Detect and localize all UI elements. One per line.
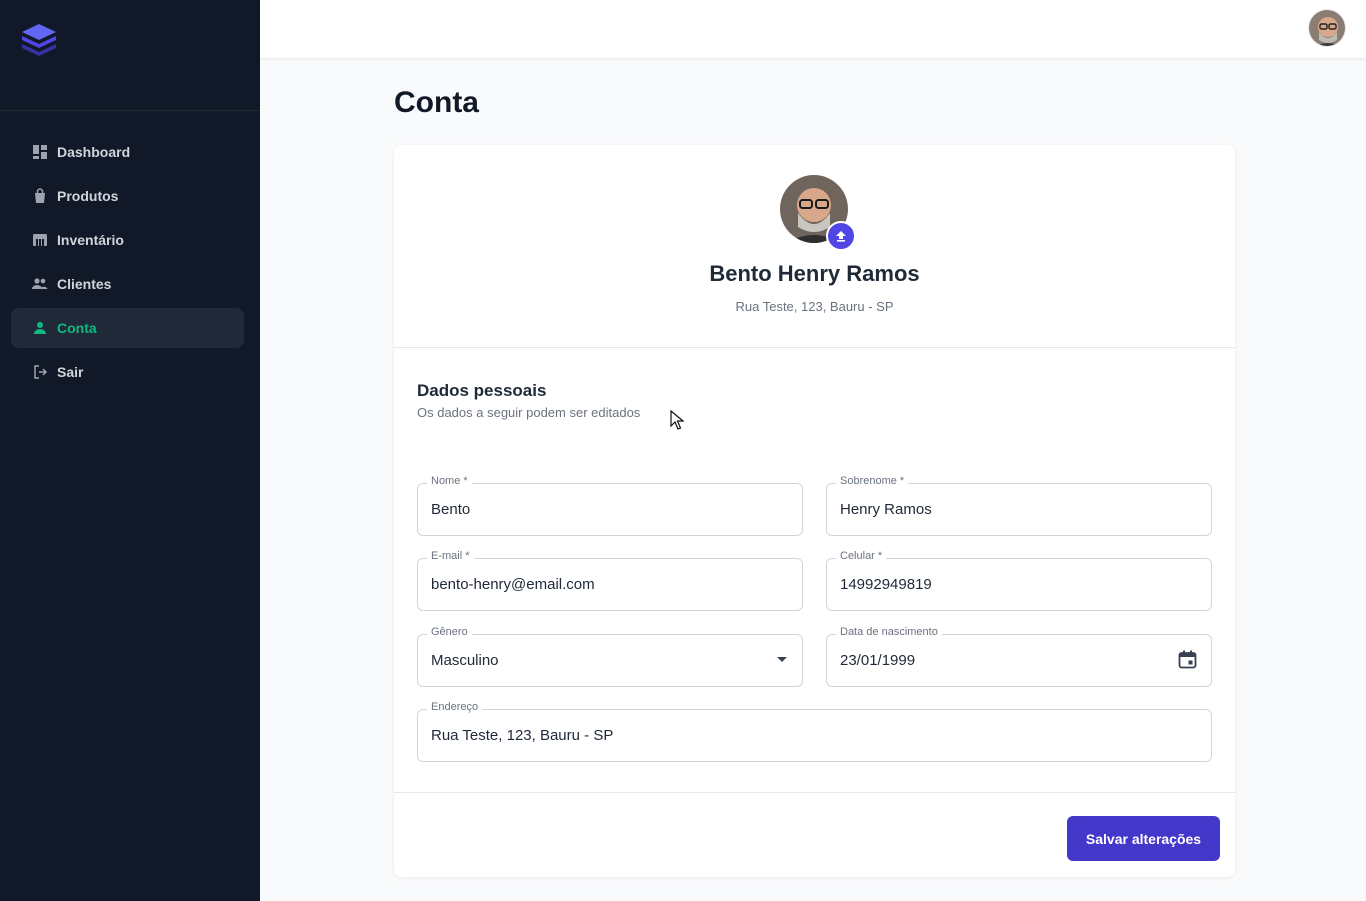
email-label: E-mail *: [427, 550, 474, 562]
sidebar-item-label: Conta: [57, 320, 97, 336]
sidebar-item-label: Dashboard: [57, 144, 131, 160]
email-input[interactable]: [431, 576, 758, 593]
sidebar-item-conta[interactable]: Conta: [11, 308, 244, 348]
sidebar-item-clientes[interactable]: Clientes: [11, 264, 244, 304]
card-footer-divider: [394, 792, 1235, 793]
last-name-label: Sobrenome *: [836, 475, 909, 487]
people-icon: [31, 276, 48, 293]
profile-address: Rua Teste, 123, Bauru - SP: [735, 299, 894, 314]
email-field: E-mail *: [417, 550, 803, 611]
gender-select[interactable]: Gênero Masculino: [417, 626, 803, 687]
phone-input[interactable]: [840, 576, 1167, 593]
address-input[interactable]: [431, 727, 1145, 744]
last-name-field: Sobrenome *: [826, 475, 1212, 536]
upload-icon: [836, 231, 846, 242]
person-icon: [31, 320, 48, 337]
sidebar-item-dashboard[interactable]: Dashboard: [11, 132, 244, 172]
sidebar-item-label: Clientes: [57, 276, 112, 292]
dashboard-icon: [31, 144, 48, 161]
shopping-bag-icon: [31, 188, 48, 205]
account-card: Bento Henry Ramos Rua Teste, 123, Bauru …: [394, 145, 1235, 877]
sidebar-item-produtos[interactable]: Produtos: [11, 176, 244, 216]
address-label: Endereço: [427, 701, 483, 713]
sidebar-item-inventario[interactable]: Inventário: [11, 220, 244, 260]
profile-name: Bento Henry Ramos: [709, 261, 920, 286]
birthdate-field: Data de nascimento: [826, 626, 1212, 687]
gender-value: Masculino: [431, 652, 499, 669]
logo-icon[interactable]: [18, 22, 60, 58]
section-subtitle: Os dados a seguir podem ser editados: [417, 405, 641, 420]
last-name-input[interactable]: [840, 501, 1167, 518]
topbar: [260, 0, 1366, 58]
sidebar: Dashboard Produtos Inventário Clientes C…: [0, 0, 260, 901]
mouse-cursor-icon: [670, 410, 684, 430]
chevron-down-icon[interactable]: [776, 656, 788, 664]
logout-icon: [31, 364, 48, 381]
first-name-label: Nome *: [427, 475, 472, 487]
birthdate-input[interactable]: [840, 652, 1167, 669]
save-button[interactable]: Salvar alterações: [1067, 816, 1220, 861]
profile-header: Bento Henry Ramos Rua Teste, 123, Bauru …: [394, 145, 1235, 348]
phone-field: Celular *: [826, 550, 1212, 611]
sidebar-item-sair[interactable]: Sair: [11, 352, 244, 392]
sidebar-item-label: Produtos: [57, 188, 119, 204]
page-title: Conta: [394, 86, 479, 119]
upload-photo-button[interactable]: [826, 221, 856, 251]
phone-label: Celular *: [836, 550, 887, 562]
section-title: Dados pessoais: [417, 381, 547, 400]
avatar[interactable]: [1308, 9, 1346, 47]
warehouse-icon: [31, 232, 48, 249]
birthdate-label: Data de nascimento: [836, 626, 942, 638]
first-name-input[interactable]: [431, 501, 758, 518]
sidebar-item-label: Sair: [57, 364, 84, 380]
address-field: Endereço: [417, 701, 1212, 762]
logo-area: [0, 0, 260, 111]
sidebar-item-label: Inventário: [57, 232, 124, 248]
first-name-field: Nome *: [417, 475, 803, 536]
calendar-icon[interactable]: [1178, 650, 1197, 669]
sidebar-nav: Dashboard Produtos Inventário Clientes C…: [11, 132, 244, 396]
gender-label: Gênero: [427, 626, 472, 638]
